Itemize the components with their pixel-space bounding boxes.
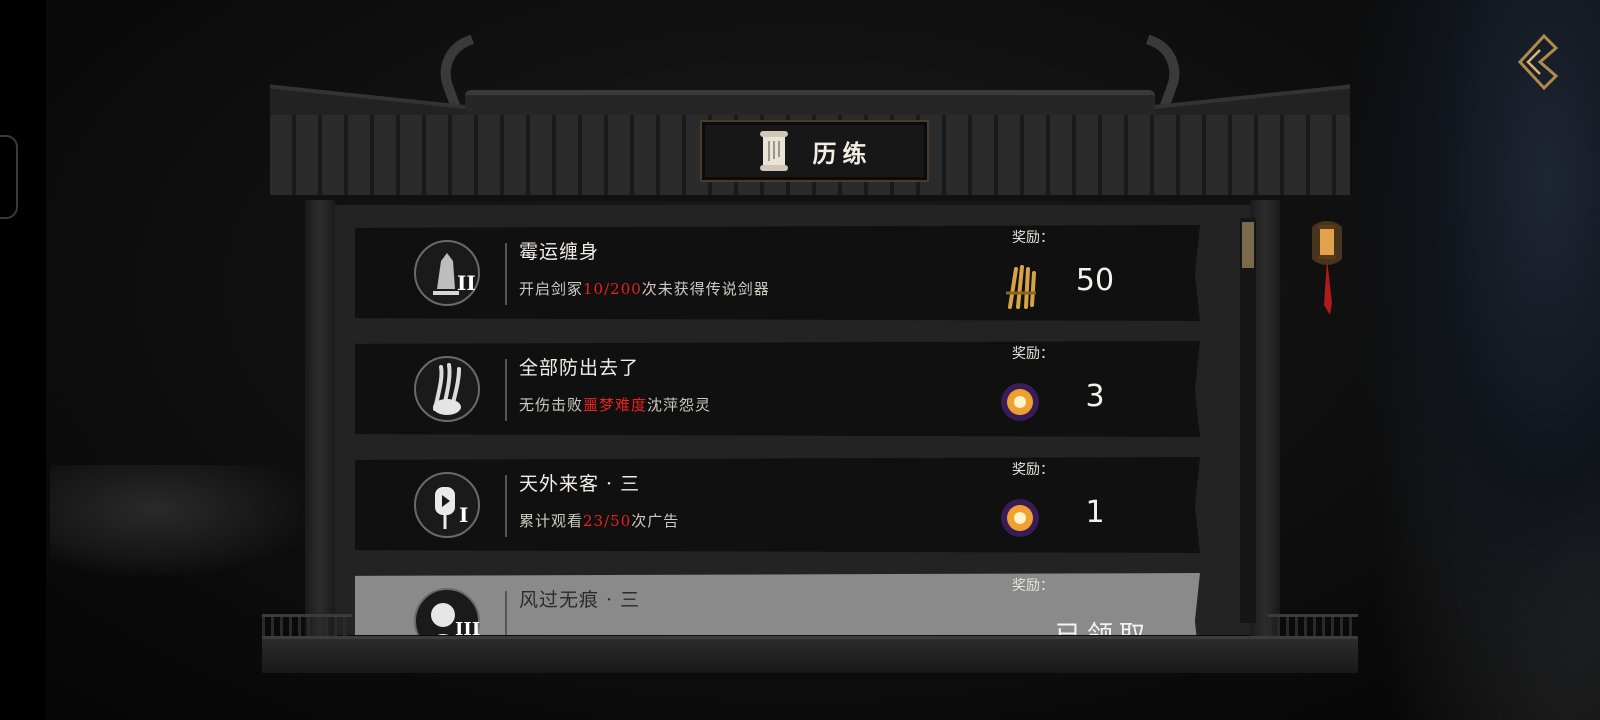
reward-label: 奖励： xyxy=(1012,578,1054,594)
tier-badge: I xyxy=(459,503,469,527)
divider xyxy=(505,243,507,305)
achievement-row[interactable]: I 天外来客 · 三 累计观看23/50次广告 奖励： 1 xyxy=(355,457,1200,553)
railing-base xyxy=(262,636,1358,673)
golden-swords-icon xyxy=(1006,265,1036,309)
divider xyxy=(505,475,507,537)
divider xyxy=(505,591,507,635)
tier-badge: II xyxy=(457,271,476,295)
back-arrow-icon[interactable] xyxy=(1510,30,1566,94)
achievement-title: 霉运缠身 xyxy=(519,241,600,263)
claw-icon xyxy=(414,356,480,422)
achievement-row[interactable]: II 霉运缠身 开启剑冢10/200次未获得传说剑器 奖励： 50 xyxy=(355,225,1200,321)
achievement-row[interactable]: 全部防出去了 无伤击败噩梦难度沈萍怨灵 奖励： 3 xyxy=(355,341,1200,437)
pillar-left xyxy=(305,200,335,670)
tier-badge: III xyxy=(455,619,481,635)
achievement-desc: 累计观看23/50次广告 xyxy=(519,512,680,530)
video-lantern-icon xyxy=(414,472,480,538)
reward-quantity: 50 xyxy=(1075,263,1115,298)
scrollbar[interactable] xyxy=(1240,218,1256,623)
notch xyxy=(0,135,18,219)
achievement-title: 风过无痕 · 三 xyxy=(519,589,641,611)
achievement-desc: 无伤击败噩梦难度沈萍怨灵 xyxy=(519,396,712,414)
glowing-orb-icon xyxy=(1001,499,1039,537)
reward-label: 奖励： xyxy=(1012,230,1054,246)
background-rock-right xyxy=(1340,0,1600,720)
background-rock-left xyxy=(50,465,310,575)
reward-quantity: 3 xyxy=(1085,379,1105,414)
achievement-panel: II 霉运缠身 开启剑冢10/200次未获得传说剑器 奖励： 50 全部防出去了… xyxy=(335,205,1250,635)
title-plaque: 历练 xyxy=(700,120,929,182)
achievement-title: 全部防出去了 xyxy=(519,357,640,379)
lantern-icon xyxy=(1312,221,1342,315)
roof: 历练 xyxy=(270,34,1350,210)
achievement-desc: 开启剑冢10/200次未获得传说剑器 xyxy=(519,280,770,298)
reward-label: 奖励： xyxy=(1012,346,1054,362)
reward-label: 奖励： xyxy=(1012,462,1054,478)
scroll-icon xyxy=(759,131,788,171)
achievement-title: 天外来客 · 三 xyxy=(519,473,641,495)
left-edge-bar xyxy=(0,0,46,720)
divider xyxy=(505,359,507,421)
scrollbar-thumb[interactable] xyxy=(1242,222,1254,268)
achievement-row-claimed[interactable]: III 风过无痕 · 三 奖励： 已领取 xyxy=(355,573,1200,635)
claimed-status: 已领取 xyxy=(1055,615,1151,635)
page-title: 历练 xyxy=(812,138,873,168)
glowing-orb-icon xyxy=(1001,383,1039,421)
reward-quantity: 1 xyxy=(1085,495,1105,530)
